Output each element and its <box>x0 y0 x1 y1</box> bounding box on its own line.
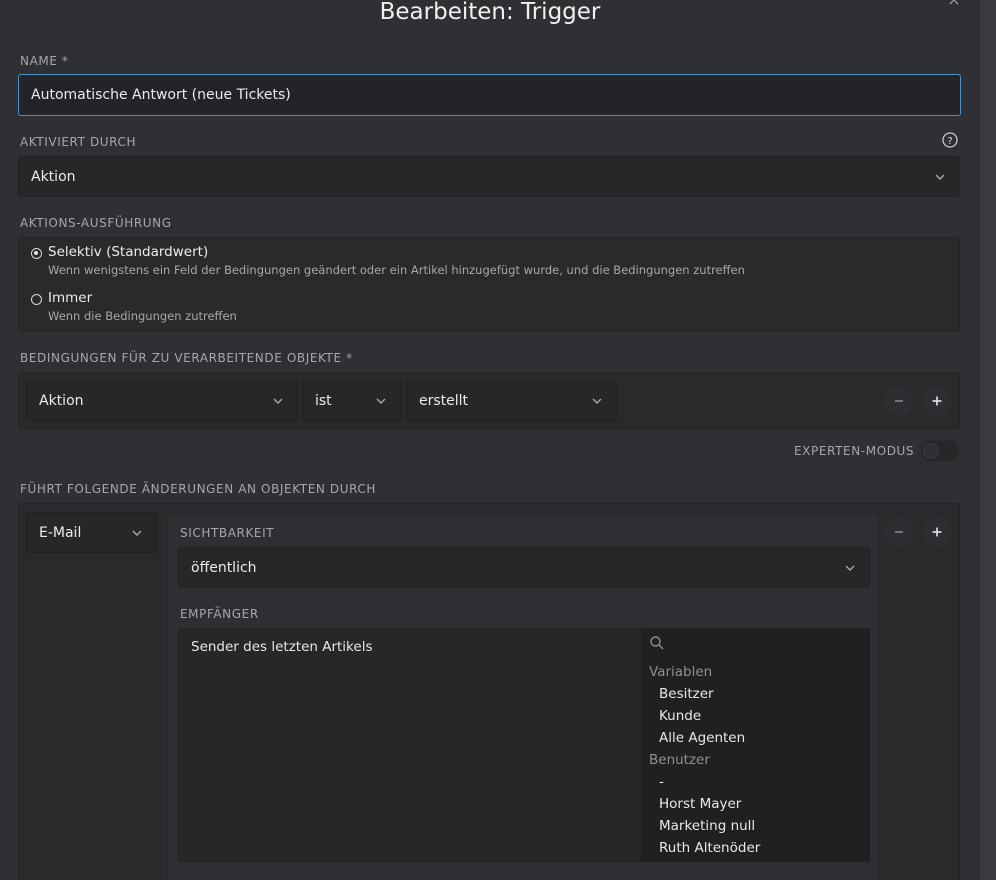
recipient-selected-item[interactable]: Sender des letzten Artikels <box>191 639 373 655</box>
recipients-dropdown: Variablen Besitzer Kunde Alle Agenten Be… <box>641 629 870 862</box>
condition-value-select[interactable]: erstellt <box>406 380 617 421</box>
recipients-label: EMPFÄNGER <box>180 607 259 621</box>
change-type-value: E-Mail <box>39 524 82 541</box>
chevron-down-icon <box>130 526 144 540</box>
recipients-multiselect[interactable]: Sender des letzten Artikels Variablen Be… <box>178 628 870 862</box>
add-condition-button[interactable] <box>923 387 951 415</box>
change-type-select[interactable]: E-Mail <box>26 512 157 553</box>
dropdown-option[interactable]: Ruth Altenöder <box>659 840 760 856</box>
dropdown-option[interactable]: Kunde <box>659 708 701 724</box>
modal-scrollbar-track[interactable] <box>980 0 996 880</box>
radio-checked-icon[interactable] <box>31 248 42 259</box>
expert-mode-label: EXPERTEN-MODUS <box>794 444 915 458</box>
add-change-button[interactable] <box>923 518 951 546</box>
condition-operator-value: ist <box>315 392 332 409</box>
name-input-value: Automatische Antwort (neue Tickets) <box>31 87 291 103</box>
radio-option-always[interactable]: Immer Wenn die Bedingungen zutreffen <box>31 290 237 323</box>
execution-label: AKTIONS-AUSFÜHRUNG <box>20 216 172 230</box>
email-settings-panel: SICHTBARKEIT öffentlich EMPFÄNGER Sender… <box>167 513 879 880</box>
name-input[interactable]: Automatische Antwort (neue Tickets) <box>18 74 961 116</box>
svg-text:?: ? <box>947 136 952 147</box>
name-label: NAME * <box>20 54 69 68</box>
minus-icon <box>895 531 903 533</box>
chevron-down-icon <box>590 394 604 408</box>
condition-operator-select[interactable]: ist <box>302 380 401 421</box>
dropdown-option[interactable]: Marketing null <box>659 818 755 834</box>
remove-condition-button[interactable] <box>885 387 913 415</box>
radio-option-title: Immer <box>48 290 93 306</box>
dropdown-group-label: Benutzer <box>649 752 710 768</box>
chevron-down-icon <box>271 394 285 408</box>
plus-icon <box>932 527 942 537</box>
toggle-knob <box>923 443 939 459</box>
recipient-search-input[interactable] <box>669 633 859 653</box>
question-circle-icon[interactable]: ? <box>942 132 958 148</box>
expert-mode-toggle[interactable] <box>920 440 960 462</box>
dropdown-option[interactable]: Horst Mayer <box>659 796 741 812</box>
radio-option-selective[interactable]: Selektiv (Standardwert) Wenn wenigstens … <box>31 244 745 277</box>
visibility-value: öffentlich <box>191 559 257 576</box>
dropdown-option[interactable]: Besitzer <box>659 686 714 702</box>
dropdown-group-label: Variablen <box>649 664 713 680</box>
minus-icon <box>895 400 903 402</box>
modal-title: Bearbeiten: Trigger <box>379 0 601 25</box>
chevron-down-icon <box>933 170 947 184</box>
activated-by-value: Aktion <box>31 168 76 185</box>
activated-by-label: AKTIVIERT DURCH <box>20 135 137 149</box>
radio-option-title: Selektiv (Standardwert) <box>48 244 209 260</box>
activated-by-select[interactable]: Aktion <box>18 156 960 197</box>
remove-change-button[interactable] <box>885 518 913 546</box>
visibility-select[interactable]: öffentlich <box>178 547 870 588</box>
radio-option-description: Wenn wenigstens ein Feld der Bedingungen… <box>48 263 745 277</box>
radio-unchecked-icon[interactable] <box>31 294 42 305</box>
changes-panel: E-Mail SICHTBARKEIT öffentlich EMPFÄNGER… <box>18 503 960 880</box>
conditions-label: BEDINGUNGEN FÜR ZU VERARBEITENDE OBJEKTE… <box>20 351 353 365</box>
dropdown-option[interactable]: - <box>659 774 664 790</box>
dropdown-option[interactable]: Alle Agenten <box>659 730 745 746</box>
visibility-label: SICHTBARKEIT <box>180 526 275 540</box>
chevron-down-icon <box>843 561 857 575</box>
radio-option-description: Wenn die Bedingungen zutreffen <box>48 309 237 323</box>
condition-value-value: erstellt <box>419 392 469 409</box>
changes-label: FÜHRT FOLGENDE ÄNDERUNGEN AN OBJEKTEN DU… <box>20 482 377 496</box>
chevron-down-icon <box>374 394 388 408</box>
condition-attribute-select[interactable]: Aktion <box>26 380 298 421</box>
search-icon <box>649 635 665 651</box>
plus-icon <box>932 396 942 406</box>
conditions-panel: Aktion ist erstellt <box>18 372 960 429</box>
condition-attribute-value: Aktion <box>39 392 84 409</box>
execution-radio-group: Selektiv (Standardwert) Wenn wenigstens … <box>18 237 960 332</box>
